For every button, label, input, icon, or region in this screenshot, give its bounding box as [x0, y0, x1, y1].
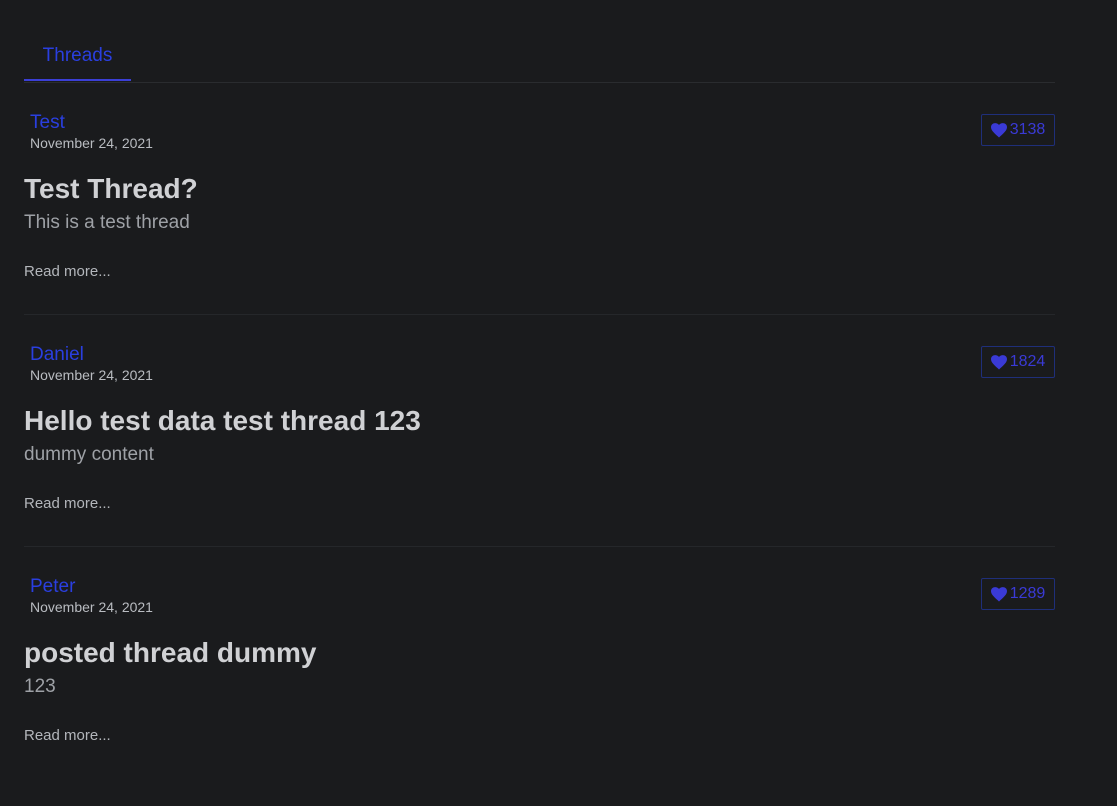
thread-date: November 24, 2021 — [30, 367, 153, 383]
thread-author-link[interactable]: Peter — [30, 576, 75, 598]
thread-card: Test November 24, 2021 3138 Test Thread?… — [24, 83, 1055, 315]
like-button[interactable]: 3138 — [981, 114, 1055, 146]
thread-card: Peter November 24, 2021 1289 posted thre… — [24, 547, 1055, 778]
heart-icon — [990, 586, 1007, 602]
thread-date: November 24, 2021 — [30, 599, 153, 615]
tab-threads[interactable]: Threads — [24, 40, 131, 81]
heart-icon — [990, 354, 1007, 370]
thread-date: November 24, 2021 — [30, 135, 153, 151]
like-button[interactable]: 1824 — [981, 346, 1055, 378]
thread-author-link[interactable]: Test — [30, 112, 65, 134]
like-button[interactable]: 1289 — [981, 578, 1055, 610]
like-count: 1289 — [1009, 585, 1046, 602]
thread-body: 123 — [24, 676, 56, 697]
thread-body: dummy content — [24, 444, 154, 465]
thread-card: Daniel November 24, 2021 1824 Hello test… — [24, 315, 1055, 547]
thread-title[interactable]: Test Thread? — [24, 173, 198, 205]
like-count: 1824 — [1009, 353, 1046, 370]
thread-body: This is a test thread — [24, 212, 190, 233]
read-more-link[interactable]: Read more... — [24, 495, 111, 512]
read-more-link[interactable]: Read more... — [24, 727, 111, 744]
read-more-link[interactable]: Read more... — [24, 263, 111, 280]
thread-title[interactable]: posted thread dummy — [24, 637, 316, 669]
heart-icon — [990, 122, 1007, 138]
tab-bar: Threads — [24, 0, 1055, 83]
thread-title[interactable]: Hello test data test thread 123 — [24, 405, 421, 437]
like-count: 3138 — [1009, 121, 1046, 138]
threads-page: Threads Test November 24, 2021 3138 Test… — [24, 0, 1055, 778]
thread-author-link[interactable]: Daniel — [30, 344, 84, 366]
